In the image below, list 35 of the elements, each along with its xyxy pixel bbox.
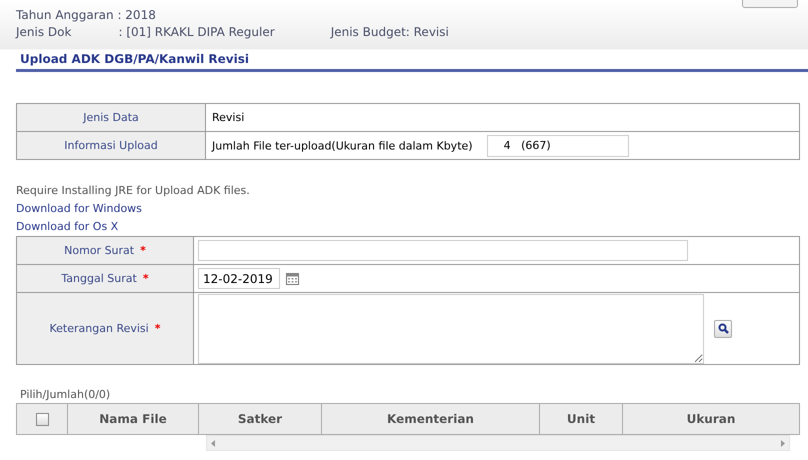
- column-header[interactable]: Unit: [540, 404, 622, 434]
- selection-count: Pilih/Jumlah(0/0): [20, 388, 110, 401]
- calendar-icon[interactable]: [286, 272, 299, 284]
- required-marker: *: [140, 244, 146, 257]
- header-text: Jenis Dok: [16, 24, 72, 38]
- nomor-surat-field[interactable]: [198, 240, 688, 261]
- page-title: Upload ADK DGB/PA/Kanwil Revisi: [20, 52, 249, 66]
- field-label: Nomor Surat: [64, 244, 134, 257]
- jre-note: Require Installing JRE for Upload ADK files.: [16, 183, 251, 199]
- download-link[interactable]: Download for Os X: [16, 218, 118, 236]
- search-button[interactable]: [714, 320, 732, 338]
- header-text: Tahun Anggaran : 2018: [16, 8, 156, 22]
- column-header[interactable]: Kementerian: [322, 404, 540, 434]
- scroll-right-icon[interactable]: [780, 440, 785, 446]
- column-header[interactable]: Satker: [198, 404, 322, 434]
- field-label: Tanggal Surat: [61, 272, 137, 285]
- field-value: Jumlah File ter-upload(Ukuran file dalam Kbyte): [212, 139, 473, 152]
- required-marker: *: [142, 272, 149, 285]
- date-field[interactable]: 12-02-2019: [198, 268, 280, 289]
- field-label: Jenis Data: [16, 104, 206, 132]
- keterangan-field[interactable]: [198, 294, 704, 364]
- select-all-checkbox[interactable]: [36, 413, 48, 426]
- search-icon: [718, 323, 728, 334]
- column-header[interactable]: Ukuran: [622, 404, 800, 434]
- column-header[interactable]: Nama File: [68, 404, 198, 434]
- upload-count-field: 4 (667): [486, 134, 629, 156]
- header-text: : [01] RKAKL DIPA Reguler: [118, 24, 275, 38]
- header-text: Jenis Budget: Revisi: [330, 24, 449, 38]
- download-link[interactable]: Download for Windows: [16, 200, 142, 218]
- field-label: Informasi Upload: [16, 132, 206, 160]
- scroll-left-icon[interactable]: [211, 440, 216, 446]
- field-value: Revisi: [206, 104, 800, 132]
- horizontal-scrollbar[interactable]: [206, 435, 790, 451]
- field-label: Keterangan Revisi: [50, 322, 149, 335]
- required-marker: *: [154, 322, 160, 335]
